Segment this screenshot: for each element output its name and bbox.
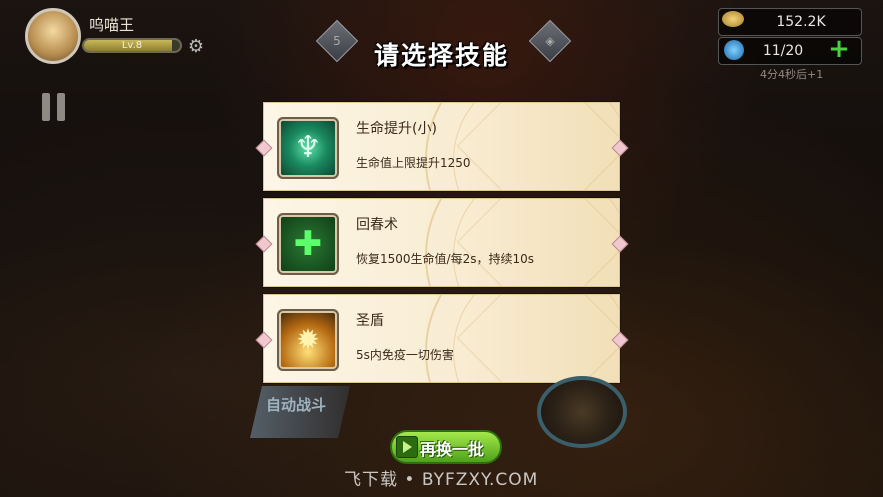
ultimate-skill-button[interactable] (537, 376, 627, 448)
refresh-skills-label: 再换一批 (420, 440, 485, 459)
tree-icon: ♆ (277, 117, 339, 179)
player-name: 呜喵王 (89, 16, 135, 34)
magic-circle-decoration (425, 295, 619, 382)
add-energy-button[interactable]: + (828, 36, 850, 62)
skill-name: 圣盾 (356, 313, 384, 329)
skill-option-3[interactable]: ✹ 圣盾 5s内免疫一切伤害 (263, 294, 620, 383)
magic-circle-decoration (425, 199, 619, 286)
skill-description: 生命值上限提升1250 (356, 156, 471, 170)
energy-drop-icon (724, 40, 744, 60)
gold-value: 152.2K (776, 14, 826, 30)
dialog-title: 请选择技能 (373, 41, 509, 70)
auto-battle-label: 自动战斗 (266, 396, 327, 414)
skill-description: 5s内免疫一切伤害 (356, 348, 454, 362)
pause-icon[interactable] (42, 93, 68, 121)
skill-name: 生命提升(小) (356, 121, 437, 137)
watermark: 飞下载 • BYFZXY.COM (344, 470, 539, 490)
skill-description: 恢复1500生命值/每2s，持续10s (356, 252, 534, 266)
skill-option-2[interactable]: ✚ 回春术 恢复1500生命值/每2s，持续10s (263, 198, 620, 287)
play-video-icon (396, 436, 418, 458)
level-label: Lv.8 (121, 40, 143, 51)
energy-value: 11/20 (762, 43, 804, 59)
skill-option-1[interactable]: ♆ 生命提升(小) 生命值上限提升1250 (263, 102, 620, 191)
gear-icon[interactable]: ⚙ (186, 37, 206, 57)
coin-icon (722, 11, 744, 27)
cross-icon: ✚ (277, 213, 339, 275)
skill-name: 回春术 (356, 217, 398, 233)
shield-icon: ✹ (277, 309, 339, 371)
magic-circle-decoration (425, 103, 619, 190)
player-avatar[interactable] (25, 8, 81, 64)
energy-regen-timer: 4分4秒后+1 (760, 68, 824, 81)
